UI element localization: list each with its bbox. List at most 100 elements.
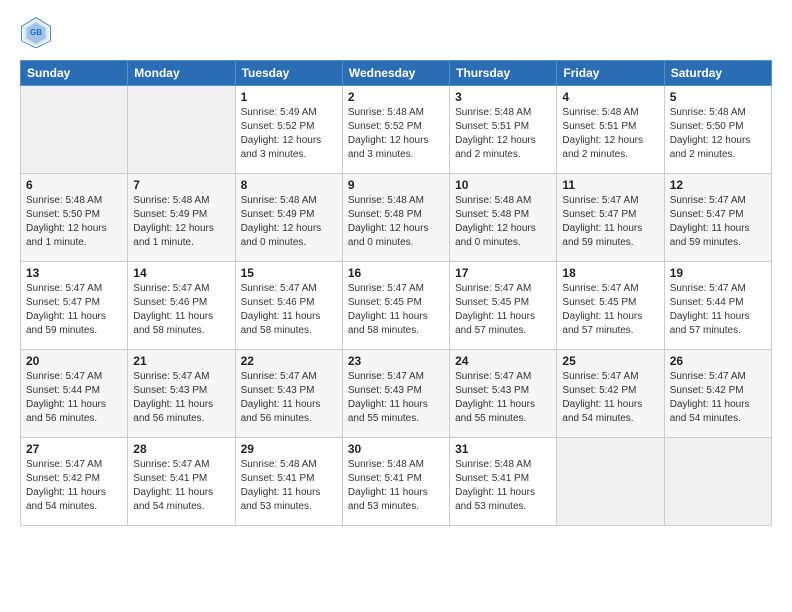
- day-cell: 27 Sunrise: 5:47 AM Sunset: 5:42 PM Dayli…: [21, 438, 128, 526]
- day-info: Sunrise: 5:47 AM Sunset: 5:43 PM Dayligh…: [348, 370, 444, 426]
- day-info: Sunrise: 5:48 AM Sunset: 5:50 PM Dayligh…: [670, 106, 766, 162]
- logo: GB: [20, 16, 54, 48]
- day-info: Sunrise: 5:47 AM Sunset: 5:47 PM Dayligh…: [26, 282, 122, 338]
- day-cell: 22 Sunrise: 5:47 AM Sunset: 5:43 PM Dayli…: [235, 350, 342, 438]
- day-info: Sunrise: 5:48 AM Sunset: 5:51 PM Dayligh…: [562, 106, 658, 162]
- day-number: 5: [670, 90, 766, 104]
- day-info: Sunrise: 5:47 AM Sunset: 5:46 PM Dayligh…: [241, 282, 337, 338]
- day-info: Sunrise: 5:47 AM Sunset: 5:45 PM Dayligh…: [348, 282, 444, 338]
- day-info: Sunrise: 5:48 AM Sunset: 5:50 PM Dayligh…: [26, 194, 122, 250]
- day-cell: 1Sunrise: 5:49 AM Sunset: 5:52 PM Daylig…: [235, 86, 342, 174]
- day-info: Sunrise: 5:47 AM Sunset: 5:45 PM Dayligh…: [562, 282, 658, 338]
- day-number: 10: [455, 178, 551, 192]
- day-cell: 2 Sunrise: 5:48 AM Sunset: 5:52 PM Daylig…: [342, 86, 449, 174]
- day-number: 11: [562, 178, 658, 192]
- day-number: 21: [133, 354, 229, 368]
- day-cell: [21, 86, 128, 174]
- day-info: Sunrise: 5:47 AM Sunset: 5:45 PM Dayligh…: [455, 282, 551, 338]
- calendar-table: SundayMondayTuesdayWednesdayThursdayFrid…: [20, 60, 772, 526]
- day-number: 29: [241, 442, 337, 456]
- day-number: 14: [133, 266, 229, 280]
- day-cell: 25 Sunrise: 5:47 AM Sunset: 5:42 PM Dayli…: [557, 350, 664, 438]
- day-cell: 12 Sunrise: 5:47 AM Sunset: 5:47 PM Dayli…: [664, 174, 771, 262]
- day-cell: 29 Sunrise: 5:48 AM Sunset: 5:41 PM Dayli…: [235, 438, 342, 526]
- day-number: 18: [562, 266, 658, 280]
- day-number: 8: [241, 178, 337, 192]
- col-header-thursday: Thursday: [450, 61, 557, 86]
- day-number: 16: [348, 266, 444, 280]
- day-number: 3: [455, 90, 551, 104]
- day-cell: 14Sunrise: 5:47 AM Sunset: 5:46 PM Dayli…: [128, 262, 235, 350]
- day-info: Sunrise: 5:48 AM Sunset: 5:49 PM Dayligh…: [133, 194, 229, 250]
- day-cell: 6 Sunrise: 5:48 AM Sunset: 5:50 PM Daylig…: [21, 174, 128, 262]
- header: GB: [20, 16, 772, 48]
- col-header-tuesday: Tuesday: [235, 61, 342, 86]
- day-number: 28: [133, 442, 229, 456]
- page: GB SundayMondayTuesdayWednesdayThursdayF…: [0, 0, 792, 612]
- day-cell: 9 Sunrise: 5:48 AM Sunset: 5:48 PM Daylig…: [342, 174, 449, 262]
- day-cell: 26Sunrise: 5:47 AM Sunset: 5:42 PM Dayli…: [664, 350, 771, 438]
- day-cell: 23 Sunrise: 5:47 AM Sunset: 5:43 PM Dayli…: [342, 350, 449, 438]
- day-cell: 7 Sunrise: 5:48 AM Sunset: 5:49 PM Daylig…: [128, 174, 235, 262]
- week-row-2: 6 Sunrise: 5:48 AM Sunset: 5:50 PM Daylig…: [21, 174, 772, 262]
- day-info: Sunrise: 5:47 AM Sunset: 5:47 PM Dayligh…: [562, 194, 658, 250]
- day-number: 23: [348, 354, 444, 368]
- day-cell: 11 Sunrise: 5:47 AM Sunset: 5:47 PM Dayli…: [557, 174, 664, 262]
- day-cell: 28Sunrise: 5:47 AM Sunset: 5:41 PM Dayli…: [128, 438, 235, 526]
- day-cell: 19 Sunrise: 5:47 AM Sunset: 5:44 PM Dayli…: [664, 262, 771, 350]
- day-info: Sunrise: 5:48 AM Sunset: 5:41 PM Dayligh…: [348, 458, 444, 514]
- col-header-saturday: Saturday: [664, 61, 771, 86]
- day-cell: 20Sunrise: 5:47 AM Sunset: 5:44 PM Dayli…: [21, 350, 128, 438]
- day-number: 20: [26, 354, 122, 368]
- day-info: Sunrise: 5:47 AM Sunset: 5:42 PM Dayligh…: [26, 458, 122, 514]
- day-cell: 16 Sunrise: 5:47 AM Sunset: 5:45 PM Dayli…: [342, 262, 449, 350]
- day-number: 4: [562, 90, 658, 104]
- day-cell: 13Sunrise: 5:47 AM Sunset: 5:47 PM Dayli…: [21, 262, 128, 350]
- svg-text:GB: GB: [30, 28, 42, 37]
- day-number: 19: [670, 266, 766, 280]
- col-header-sunday: Sunday: [21, 61, 128, 86]
- day-cell: 17 Sunrise: 5:47 AM Sunset: 5:45 PM Dayli…: [450, 262, 557, 350]
- week-row-1: 1Sunrise: 5:49 AM Sunset: 5:52 PM Daylig…: [21, 86, 772, 174]
- day-info: Sunrise: 5:48 AM Sunset: 5:41 PM Dayligh…: [241, 458, 337, 514]
- day-info: Sunrise: 5:48 AM Sunset: 5:52 PM Dayligh…: [348, 106, 444, 162]
- day-cell: [128, 86, 235, 174]
- day-number: 1: [241, 90, 337, 104]
- day-number: 17: [455, 266, 551, 280]
- day-info: Sunrise: 5:47 AM Sunset: 5:43 PM Dayligh…: [455, 370, 551, 426]
- day-info: Sunrise: 5:48 AM Sunset: 5:48 PM Dayligh…: [455, 194, 551, 250]
- day-info: Sunrise: 5:48 AM Sunset: 5:51 PM Dayligh…: [455, 106, 551, 162]
- day-info: Sunrise: 5:48 AM Sunset: 5:49 PM Dayligh…: [241, 194, 337, 250]
- week-row-5: 27 Sunrise: 5:47 AM Sunset: 5:42 PM Dayli…: [21, 438, 772, 526]
- day-cell: 4 Sunrise: 5:48 AM Sunset: 5:51 PM Daylig…: [557, 86, 664, 174]
- day-number: 12: [670, 178, 766, 192]
- day-cell: 5 Sunrise: 5:48 AM Sunset: 5:50 PM Daylig…: [664, 86, 771, 174]
- day-info: Sunrise: 5:47 AM Sunset: 5:44 PM Dayligh…: [670, 282, 766, 338]
- day-number: 7: [133, 178, 229, 192]
- day-cell: 31 Sunrise: 5:48 AM Sunset: 5:41 PM Dayli…: [450, 438, 557, 526]
- week-row-3: 13Sunrise: 5:47 AM Sunset: 5:47 PM Dayli…: [21, 262, 772, 350]
- day-number: 6: [26, 178, 122, 192]
- col-header-friday: Friday: [557, 61, 664, 86]
- day-number: 25: [562, 354, 658, 368]
- day-info: Sunrise: 5:48 AM Sunset: 5:41 PM Dayligh…: [455, 458, 551, 514]
- day-info: Sunrise: 5:48 AM Sunset: 5:48 PM Dayligh…: [348, 194, 444, 250]
- col-header-wednesday: Wednesday: [342, 61, 449, 86]
- day-cell: 3 Sunrise: 5:48 AM Sunset: 5:51 PM Daylig…: [450, 86, 557, 174]
- day-info: Sunrise: 5:47 AM Sunset: 5:43 PM Dayligh…: [133, 370, 229, 426]
- day-cell: 10 Sunrise: 5:48 AM Sunset: 5:48 PM Dayli…: [450, 174, 557, 262]
- day-number: 15: [241, 266, 337, 280]
- day-number: 2: [348, 90, 444, 104]
- day-number: 24: [455, 354, 551, 368]
- day-number: 27: [26, 442, 122, 456]
- day-info: Sunrise: 5:47 AM Sunset: 5:43 PM Dayligh…: [241, 370, 337, 426]
- day-cell: 15 Sunrise: 5:47 AM Sunset: 5:46 PM Dayli…: [235, 262, 342, 350]
- day-number: 22: [241, 354, 337, 368]
- day-info: Sunrise: 5:47 AM Sunset: 5:42 PM Dayligh…: [562, 370, 658, 426]
- day-cell: [557, 438, 664, 526]
- day-info: Sunrise: 5:47 AM Sunset: 5:47 PM Dayligh…: [670, 194, 766, 250]
- day-cell: 30Sunrise: 5:48 AM Sunset: 5:41 PM Dayli…: [342, 438, 449, 526]
- day-cell: [664, 438, 771, 526]
- day-number: 9: [348, 178, 444, 192]
- day-number: 31: [455, 442, 551, 456]
